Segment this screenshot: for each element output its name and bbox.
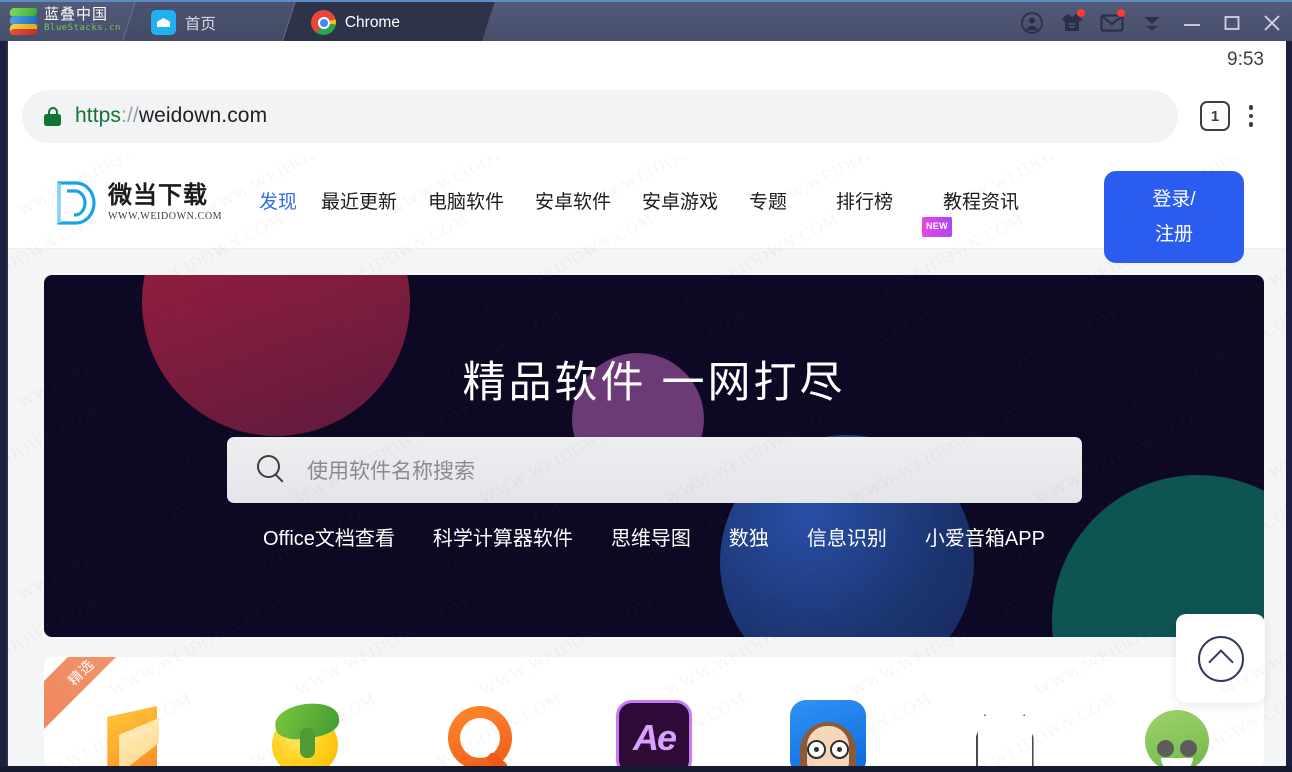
- titlebar-icon-group: [1012, 2, 1292, 41]
- status-clock: 9:53: [1227, 49, 1264, 70]
- bluestacks-window: 蓝叠中国 BlueStacks.cn 首页 Chrome 9:53 https:…: [0, 0, 1292, 772]
- weidown-logo-icon: [57, 180, 96, 225]
- home-icon: [151, 10, 176, 35]
- search-icon: [257, 455, 287, 485]
- hot-tag-calculator[interactable]: 科学计算器软件: [433, 522, 573, 551]
- site-logo[interactable]: 微当下载 WWW.WEIDOWN.COM: [54, 179, 259, 227]
- nav-item-ranking-label: 排行榜: [836, 191, 894, 213]
- hero-title: 精品软件 一网打尽: [462, 359, 846, 407]
- nav-item-pc-software[interactable]: 电脑软件: [428, 185, 535, 220]
- featured-apps-card: 精选 Ae: [44, 657, 1264, 766]
- nav-item-android-software[interactable]: 安卓软件: [535, 185, 642, 220]
- mail-notification-dot: [1117, 9, 1125, 17]
- featured-app-row: Ae: [44, 700, 1264, 766]
- adobe-after-effects-icon: Ae: [615, 700, 692, 766]
- lock-icon: [44, 106, 61, 126]
- url-text: https://weidown.com: [75, 104, 267, 128]
- hot-tag-info-recognition[interactable]: 信息识别: [807, 522, 887, 551]
- register-label: 注册: [1154, 224, 1193, 245]
- watermark-text: WWW.WEIDOWN.COM: [8, 497, 10, 606]
- decorative-circle-teal: [1052, 475, 1264, 637]
- shirt-icon[interactable]: [1052, 2, 1092, 41]
- hot-search-tags: Office文档查看 科学计算器软件 思维导图 数独 信息识别 小爱音箱APP: [44, 522, 1264, 551]
- search-input-placeholder[interactable]: 使用软件名称搜索: [307, 455, 475, 485]
- account-icon[interactable]: [1012, 2, 1052, 41]
- hot-tag-sudoku[interactable]: 数独: [729, 522, 769, 551]
- white-cat-icon: [964, 700, 1041, 766]
- address-bar[interactable]: https://weidown.com: [22, 89, 1178, 143]
- kebab-menu-icon[interactable]: [1230, 105, 1272, 127]
- wps-office-icon: [93, 700, 170, 766]
- nav-item-ranking[interactable]: 排行榜 NEW: [836, 185, 952, 237]
- nav-item-topics[interactable]: 专题: [749, 185, 836, 220]
- browser-toolbar: https://weidown.com 1: [8, 75, 1286, 157]
- quick-q-icon: [441, 700, 518, 766]
- 360-safeguard-icon: [267, 700, 344, 766]
- android-statusbar: 9:53: [8, 41, 1286, 75]
- emulator-tab-home[interactable]: 首页: [121, 2, 300, 41]
- back-to-top-button[interactable]: [1176, 614, 1265, 703]
- emulator-tab-chrome[interactable]: Chrome: [281, 2, 495, 41]
- emulator-tab-chrome-label: Chrome: [345, 13, 401, 31]
- chrome-browser: 9:53 https://weidown.com 1 微当下载 WWW.WEID…: [6, 41, 1286, 766]
- nav-item-tutorials[interactable]: 教程资讯: [943, 185, 1050, 220]
- app-slot[interactable]: Ae: [567, 700, 741, 766]
- chrome-icon: [311, 10, 336, 35]
- bluestacks-brand-en: BlueStacks.cn: [44, 23, 121, 33]
- emulator-titlebar: 蓝叠中国 BlueStacks.cn 首页 Chrome: [0, 0, 1292, 41]
- tab-counter-button[interactable]: 1: [1200, 101, 1230, 131]
- app-slot[interactable]: [741, 700, 915, 766]
- url-separator: ://: [121, 104, 139, 127]
- url-host: weidown.com: [138, 104, 268, 127]
- collapse-chevron-icon[interactable]: [1132, 2, 1172, 41]
- app-slot[interactable]: [915, 700, 1089, 766]
- chevron-up-circle-icon: [1197, 635, 1244, 682]
- blue-face-app-icon: [790, 700, 867, 766]
- url-scheme: https: [75, 104, 122, 127]
- mail-icon[interactable]: [1092, 2, 1132, 41]
- bluestacks-logo-icon: [9, 7, 38, 35]
- site-navigation-bar: 微当下载 WWW.WEIDOWN.COM 发现 最近更新 电脑软件 安卓软件 安…: [8, 157, 1286, 263]
- window-frame-bottom: [0, 766, 1292, 772]
- nav-item-recent-updates[interactable]: 最近更新: [321, 185, 428, 220]
- webpage-content: 微当下载 WWW.WEIDOWN.COM 发现 最近更新 电脑软件 安卓软件 安…: [8, 157, 1286, 766]
- app-slot[interactable]: [218, 700, 392, 766]
- minimize-button[interactable]: [1172, 2, 1212, 41]
- nav-item-discover[interactable]: 发现: [259, 185, 321, 220]
- close-button[interactable]: [1252, 2, 1292, 41]
- window-frame-left: [0, 41, 6, 772]
- site-search-box[interactable]: 使用软件名称搜索: [227, 437, 1082, 503]
- green-pea-icon: [1138, 700, 1215, 766]
- shirt-notification-dot: [1077, 9, 1085, 17]
- hot-tag-mindmap[interactable]: 思维导图: [611, 522, 691, 551]
- app-slot[interactable]: [1090, 700, 1264, 766]
- maximize-button[interactable]: [1212, 2, 1252, 41]
- site-logo-text: 微当下载 WWW.WEIDOWN.COM: [108, 184, 222, 222]
- app-slot[interactable]: [393, 700, 567, 766]
- site-logo-en: WWW.WEIDOWN.COM: [108, 210, 223, 222]
- window-frame-right: [1286, 41, 1292, 772]
- hot-tag-office[interactable]: Office文档查看: [263, 522, 395, 551]
- bluestacks-logo: 蓝叠中国 BlueStacks.cn: [9, 7, 121, 35]
- nav-item-android-games[interactable]: 安卓游戏: [642, 185, 749, 220]
- login-label: 登录/: [1152, 188, 1196, 210]
- hot-tag-xiaoai-speaker[interactable]: 小爱音箱APP: [925, 522, 1045, 551]
- watermark-text: WWW.WEIDOWN.COM: [8, 689, 10, 766]
- app-slot[interactable]: [44, 700, 218, 766]
- bluestacks-logo-text: 蓝叠中国 BlueStacks.cn: [44, 7, 121, 33]
- watermark-text: WWW.WEIDOWN.COM: [8, 305, 10, 414]
- login-register-button[interactable]: 登录/ 注册: [1104, 171, 1244, 263]
- emulator-tab-home-label: 首页: [185, 15, 217, 33]
- hero-banner: 精品软件 一网打尽 使用软件名称搜索 Office文档查看 科学计算器软件 思维…: [44, 275, 1264, 637]
- site-logo-cn: 微当下载: [108, 182, 208, 209]
- bluestacks-brand-cn: 蓝叠中国: [44, 6, 109, 23]
